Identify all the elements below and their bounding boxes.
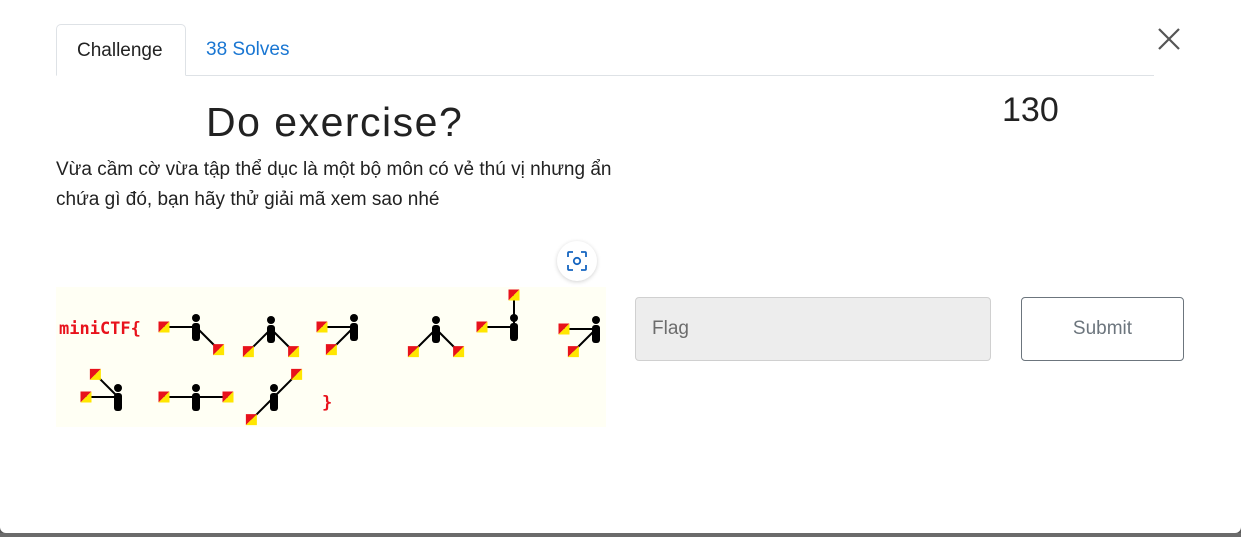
flag-input[interactable]	[635, 297, 991, 361]
submit-button[interactable]: Submit	[1021, 297, 1184, 361]
tab-challenge[interactable]: Challenge	[56, 24, 186, 76]
zoom-icon	[567, 251, 587, 271]
close-icon	[1158, 28, 1180, 50]
tab-bar: Challenge 38 Solves	[56, 24, 1154, 76]
close-button[interactable]	[1155, 25, 1183, 53]
challenge-modal: Challenge 38 Solves Do exercise? 130 Vừa…	[0, 0, 1241, 533]
tab-solves[interactable]: 38 Solves	[186, 24, 309, 75]
flag-prefix-text: miniCTF{	[59, 319, 141, 339]
flag-suffix-text: }	[322, 393, 332, 413]
semaphore-image: miniCTF{ }	[56, 287, 606, 427]
challenge-title: Do exercise?	[206, 99, 464, 145]
challenge-points: 130	[1002, 91, 1059, 129]
zoom-image-button[interactable]	[557, 241, 597, 281]
backdrop-edge	[0, 533, 1241, 537]
challenge-description: Vừa cầm cờ vừa tập thể dục là một bộ môn…	[56, 159, 612, 210]
